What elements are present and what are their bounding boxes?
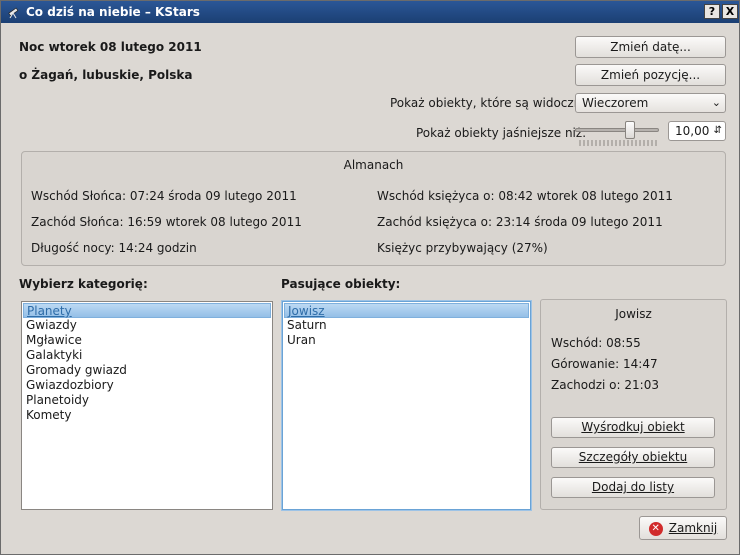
title-bar[interactable]: Co dziś na niebie – KStars	[1, 1, 739, 23]
moonrise-text: Wschód księżyca o: 08:42 wtorek 08 luteg…	[377, 189, 673, 203]
change-date-button[interactable]: Zmień datę...	[575, 36, 726, 58]
category-item[interactable]: Gromady gwiazd	[23, 363, 271, 378]
window-title: Co dziś na niebie – KStars	[26, 5, 200, 19]
window-close-button[interactable]: X	[722, 4, 738, 19]
night-length-text: Długość nocy: 14:24 godzin	[31, 241, 197, 255]
magnitude-slider-track[interactable]	[575, 128, 659, 132]
objects-list[interactable]: Jowisz Saturn Uran	[282, 301, 531, 510]
object-item-jowisz[interactable]: Jowisz	[284, 303, 529, 318]
object-name: Jowisz	[615, 307, 652, 321]
category-item[interactable]: Planety	[23, 303, 271, 318]
category-list[interactable]: Planety Gwiazdy Mgławice Galaktyki Groma…	[21, 301, 273, 510]
close-button-label: Zamknij	[668, 521, 718, 535]
object-item-saturn[interactable]: Saturn	[284, 318, 529, 333]
help-button[interactable]: ?	[704, 4, 720, 19]
magnitude-value: 10,00	[675, 124, 710, 138]
category-item[interactable]: Galaktyki	[23, 348, 271, 363]
magnitude-filter-label: Pokaż obiekty jaśniejsze niż:	[416, 126, 587, 140]
chevron-down-icon: ⌄	[711, 96, 721, 109]
visible-filter-label: Pokaż obiekty, które są widoczne:	[390, 96, 593, 110]
almanac-title: Almanach	[343, 158, 404, 172]
date-label: Noc wtorek 08 lutego 2011	[19, 40, 202, 54]
visibility-combo-value: Wieczorem	[582, 96, 649, 110]
change-location-button[interactable]: Zmień pozycję...	[575, 64, 726, 86]
object-set-time: Zachodzi o: 21:03	[551, 378, 659, 392]
dialog-window: Co dziś na niebie – KStars ? X Noc wtore…	[0, 0, 740, 555]
magnitude-slider-handle[interactable]	[625, 121, 635, 139]
visibility-combo[interactable]: Wieczorem ⌄	[575, 93, 726, 113]
category-item[interactable]: Planetoidy	[23, 393, 271, 408]
object-details-button[interactable]: Szczegóły obiektu	[551, 447, 715, 468]
object-transit-time: Górowanie: 14:47	[551, 357, 658, 371]
moon-phase-text: Księżyc przybywający (27%)	[377, 241, 548, 255]
category-item[interactable]: Komety	[23, 408, 271, 423]
category-item[interactable]: Gwiazdozbiory	[23, 378, 271, 393]
category-item[interactable]: Mgławice	[23, 333, 271, 348]
object-rise-time: Wschód: 08:55	[551, 336, 641, 350]
objects-heading: Pasujące obiekty:	[281, 277, 401, 291]
slider-ticks	[579, 140, 657, 146]
category-heading: Wybierz kategorię:	[19, 277, 148, 291]
close-icon: ✕	[648, 521, 663, 536]
magnitude-spinbox[interactable]: 10,00 ⇵	[668, 121, 726, 141]
object-item-uran[interactable]: Uran	[284, 333, 529, 348]
category-item[interactable]: Gwiazdy	[23, 318, 271, 333]
sunset-text: Zachód Słońca: 16:59 wtorek 08 lutego 20…	[31, 215, 302, 229]
center-object-button[interactable]: Wyśrodkuj obiekt	[551, 417, 715, 438]
telescope-icon	[7, 5, 21, 19]
location-label: o Żagań, lubuskie, Polska	[19, 68, 193, 82]
spin-arrows-icon[interactable]: ⇵	[714, 123, 722, 139]
add-to-list-button[interactable]: Dodaj do listy	[551, 477, 715, 498]
moonset-text: Zachód księżyca o: 23:14 środa 09 lutego…	[377, 215, 663, 229]
sunrise-text: Wschód Słońca: 07:24 środa 09 lutego 201…	[31, 189, 297, 203]
close-button[interactable]: ✕ Zamknij	[639, 516, 727, 540]
